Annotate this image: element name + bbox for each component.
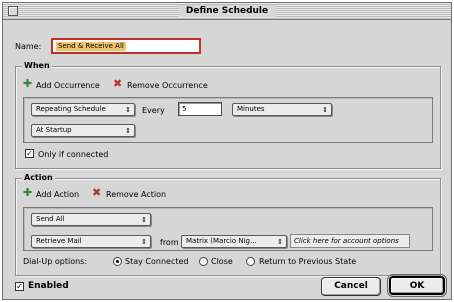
startup-value: At Startup	[36, 126, 72, 134]
schedule-type-popup[interactable]: Repeating Schedule ⇕	[31, 103, 135, 116]
remove-action-label: Remove Action	[106, 190, 167, 199]
from-label: from	[160, 238, 179, 247]
only-connected-checkbox[interactable]: ✓	[25, 149, 34, 158]
startup-popup[interactable]: At Startup ⇕	[31, 124, 135, 137]
when-group-title: When	[22, 61, 52, 71]
title-bar[interactable]: Define Schedule	[3, 3, 451, 20]
popup-arrows-icon: ⇕	[322, 106, 328, 114]
return-previous-label: Return to Previous State	[259, 257, 357, 266]
unit-value: Minutes	[237, 105, 265, 113]
account-options-link[interactable]: Click here for account options	[290, 234, 410, 248]
add-occurrence-label: Add Occurrence	[36, 81, 100, 90]
action2-value: Retrieve Mail	[36, 237, 82, 245]
remove-occurrence-button[interactable]: ✖ Remove Occurrence	[113, 77, 223, 91]
remove-occurrence-label: Remove Occurrence	[127, 81, 208, 90]
dialup-label: Dial-Up options:	[23, 257, 88, 266]
popup-arrows-icon: ⇕	[277, 238, 283, 246]
name-label: Name:	[15, 42, 42, 51]
window-title: Define Schedule	[177, 5, 277, 17]
add-action-button[interactable]: ✚ Add Action	[23, 186, 93, 200]
close-label: Close	[211, 257, 233, 266]
every-label: Every	[142, 106, 165, 115]
add-icon: ✚	[23, 186, 33, 199]
add-action-label: Add Action	[36, 190, 80, 199]
add-icon: ✚	[23, 77, 33, 90]
only-connected-label: Only if connected	[38, 150, 109, 159]
return-previous-radio[interactable]	[246, 257, 255, 266]
popup-arrows-icon: ⇕	[125, 127, 131, 135]
action2-popup[interactable]: Retrieve Mail ⇕	[31, 235, 151, 248]
remove-action-button[interactable]: ✖ Remove Action	[92, 186, 172, 200]
popup-arrows-icon: ⇕	[141, 238, 147, 246]
action-group-title: Action	[22, 173, 55, 183]
remove-icon: ✖	[113, 77, 123, 90]
action-panel: Send All ⇕ Retrieve Mail ⇕ from Matrix (…	[23, 207, 433, 251]
unit-popup[interactable]: Minutes ⇕	[232, 103, 332, 116]
close-box[interactable]	[8, 6, 18, 16]
action1-popup[interactable]: Send All ⇕	[31, 213, 151, 226]
occurrence-panel: Repeating Schedule ⇕ Every 5 Minutes ⇕ A…	[23, 97, 433, 143]
name-input[interactable]: Send & Receive All	[51, 38, 201, 54]
name-value: Send & Receive All	[56, 42, 126, 51]
define-schedule-dialog: Define Schedule Name: Send & Receive All…	[2, 2, 452, 300]
schedule-type-value: Repeating Schedule	[36, 105, 106, 113]
account-value: Matrix (Marcio Nig...	[186, 237, 257, 245]
close-radio[interactable]	[199, 257, 208, 266]
cancel-button[interactable]: Cancel	[321, 277, 381, 296]
popup-arrows-icon: ⇕	[141, 216, 147, 224]
enabled-label: Enabled	[28, 281, 69, 291]
every-input[interactable]: 5	[178, 102, 222, 116]
stay-connected-radio[interactable]	[113, 257, 122, 266]
stay-connected-label: Stay Connected	[125, 257, 189, 266]
account-popup[interactable]: Matrix (Marcio Nig... ⇕	[181, 235, 287, 248]
remove-icon: ✖	[92, 186, 102, 199]
enabled-checkbox[interactable]: ✓	[15, 282, 24, 291]
action1-value: Send All	[36, 215, 65, 223]
popup-arrows-icon: ⇕	[125, 106, 131, 114]
ok-button[interactable]: OK	[387, 274, 447, 297]
